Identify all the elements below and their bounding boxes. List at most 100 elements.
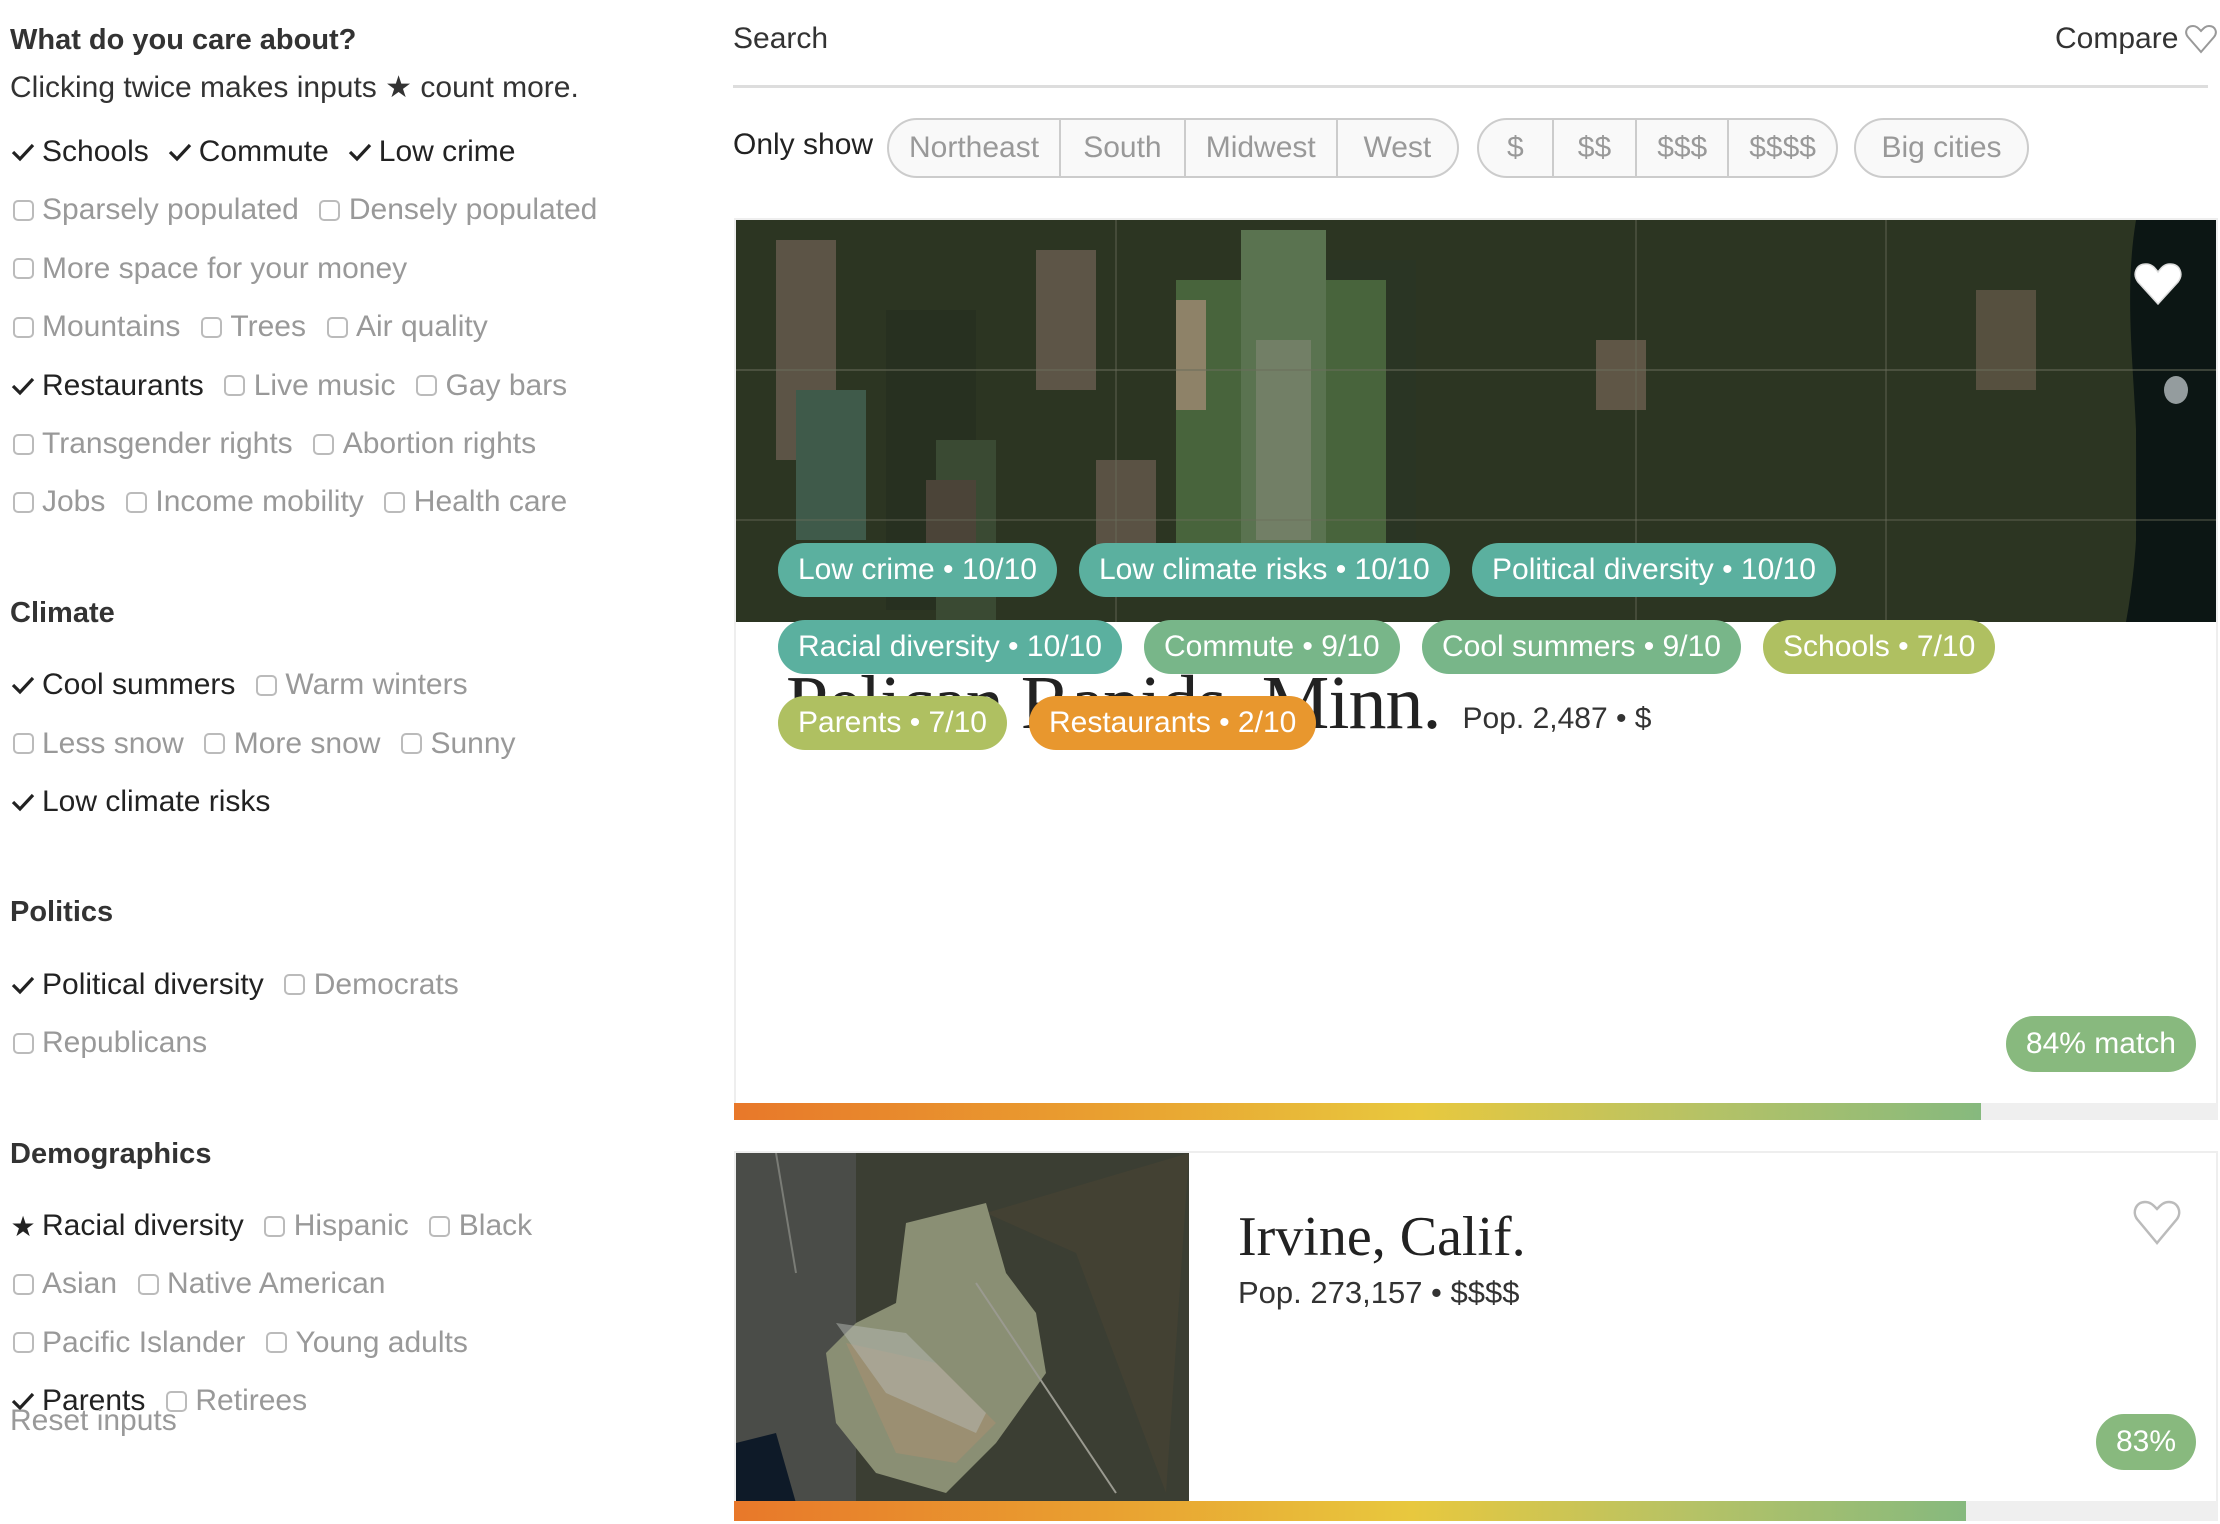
section-heading: Politics [10, 896, 114, 929]
option-democrats[interactable]: Democrats [282, 968, 459, 1002]
filter-west[interactable]: West [1338, 120, 1457, 176]
filter-big-cities[interactable]: Big cities [1856, 120, 2027, 176]
result-card[interactable]: Pelican Rapids, Minn. Pop. 2,487 • $ Low… [734, 218, 2218, 1120]
option-less-snow[interactable]: Less snow [10, 727, 184, 761]
star-icon: ★ [385, 71, 413, 104]
option-densely-populated[interactable]: Densely populated [317, 193, 598, 227]
option-transgender-rights[interactable]: Transgender rights [10, 427, 293, 461]
option-row: Transgender rights Abortion rights [10, 424, 554, 464]
option-row: Political diversity Democrats [10, 965, 477, 1005]
option-political-diversity[interactable]: Political diversity [10, 968, 264, 1002]
option-row: Schools Commute Low crime [10, 132, 533, 172]
option-warm-winters[interactable]: Warm winters [253, 668, 468, 702]
filter-northeast[interactable]: Northeast [889, 120, 1062, 176]
option-more-space-for-your-money[interactable]: More space for your money [10, 252, 407, 286]
only-show-label: Only show [733, 128, 874, 161]
option-label: Low climate risks [42, 785, 271, 818]
option-income-mobility[interactable]: Income mobility [123, 485, 364, 519]
score-tag: Commute • 9/10 [1144, 620, 1400, 674]
checkbox-icon [311, 431, 337, 457]
option-racial-diversity[interactable]: ★ Racial diversity [10, 1209, 243, 1243]
checkbox-icon [198, 314, 224, 340]
option-low-crime[interactable]: Low crime [347, 135, 516, 169]
option-label: Schools [42, 135, 149, 168]
option-label: Densely populated [348, 193, 598, 227]
compare-label: Compare [2055, 22, 2179, 55]
checkmark-icon [10, 373, 36, 399]
filter-price-2[interactable]: $$ [1554, 120, 1638, 176]
option-label: Less snow [42, 726, 184, 760]
option-mountains[interactable]: Mountains [10, 310, 180, 344]
checkbox-icon [427, 1213, 453, 1239]
checkmark-icon [10, 789, 36, 815]
option-native-american[interactable]: Native American [135, 1267, 385, 1301]
option-row: More space for your money [10, 249, 425, 289]
checkbox-icon [10, 197, 36, 223]
option-retirees[interactable]: Retirees [163, 1384, 307, 1418]
option-live-music[interactable]: Live music [222, 368, 396, 403]
option-label: Low crime [378, 135, 516, 168]
score-tag: Restaurants • 2/10 [1029, 696, 1317, 750]
filter-south[interactable]: South [1061, 120, 1186, 176]
checkbox-icon [282, 972, 308, 998]
result-card[interactable]: Irvine, Calif. Pop. 273,157 • $$$$ 83% [734, 1151, 2218, 1521]
favorite-button[interactable] [2132, 260, 2184, 313]
checkmark-icon [347, 139, 373, 165]
checkbox-icon [253, 672, 279, 698]
score-tag: Cool summers • 9/10 [1422, 620, 1741, 674]
checkbox-icon [123, 489, 149, 515]
option-label: Retirees [195, 1384, 308, 1418]
filter-price-4[interactable]: $$$$ [1729, 120, 1836, 176]
option-low-climate-risks[interactable]: Low climate risks [10, 785, 270, 819]
option-row: Low climate risks [10, 782, 288, 822]
region-filter-group: Northeast South Midwest West [887, 118, 1459, 178]
option-republicans[interactable]: Republicans [10, 1026, 207, 1060]
option-young-adults[interactable]: Young adults [263, 1326, 468, 1360]
sidebar-subtitle: Clicking twice makes inputs ★ count more… [10, 70, 579, 105]
match-progress-bar [734, 1501, 2218, 1521]
option-jobs[interactable]: Jobs [10, 485, 105, 519]
checkbox-icon [10, 731, 36, 757]
option-cool-summers[interactable]: Cool summers [10, 668, 235, 702]
option-asian[interactable]: Asian [10, 1267, 117, 1301]
score-tag: Racial diversity • 10/10 [778, 620, 1122, 674]
option-row: Asian Native American [10, 1264, 403, 1304]
option-sparsely-populated[interactable]: Sparsely populated [10, 193, 299, 227]
compare-button[interactable]: Compare [2055, 22, 2218, 56]
option-trees[interactable]: Trees [198, 310, 306, 344]
filter-price-1[interactable]: $ [1479, 120, 1554, 176]
option-label: More space for your money [42, 251, 408, 285]
option-sunny[interactable]: Sunny [398, 727, 516, 761]
search-input[interactable]: Search [733, 22, 828, 56]
filter-price-3[interactable]: $$$ [1637, 120, 1730, 176]
heart-filled-icon [2134, 263, 2182, 306]
match-progress-fill [734, 1501, 1966, 1521]
option-more-snow[interactable]: More snow [202, 727, 380, 761]
star-icon: ★ [10, 1210, 36, 1242]
option-restaurants[interactable]: Restaurants [10, 369, 204, 403]
city-name[interactable]: Irvine, Calif. [1238, 1205, 1526, 1269]
checkbox-icon [10, 256, 36, 282]
option-label: Live music [253, 368, 396, 402]
option-black[interactable]: Black [427, 1209, 532, 1243]
heart-outline-icon [2133, 1200, 2181, 1245]
option-schools[interactable]: Schools [10, 135, 149, 169]
option-hispanic[interactable]: Hispanic [262, 1209, 409, 1243]
option-commute[interactable]: Commute [167, 135, 329, 169]
option-label: Gay bars [445, 368, 568, 402]
option-label: Sparsely populated [42, 193, 299, 227]
checkbox-icon [202, 731, 228, 757]
reset-inputs-link[interactable]: Reset inputs [10, 1404, 177, 1438]
filter-midwest[interactable]: Midwest [1186, 120, 1338, 176]
checkbox-icon [10, 314, 36, 340]
favorite-button[interactable] [2132, 1199, 2182, 1252]
option-health-care[interactable]: Health care [382, 485, 567, 519]
option-gay-bars[interactable]: Gay bars [413, 369, 567, 403]
match-progress-fill [734, 1103, 1981, 1120]
option-abortion-rights[interactable]: Abortion rights [311, 427, 536, 461]
option-air-quality[interactable]: Air quality [324, 310, 488, 344]
option-label: Cool summers [42, 668, 236, 702]
checkbox-icon [324, 314, 350, 340]
option-pacific-islander[interactable]: Pacific Islander [10, 1326, 245, 1360]
city-meta: Pop. 273,157 • $$$$ [1238, 1275, 1520, 1310]
